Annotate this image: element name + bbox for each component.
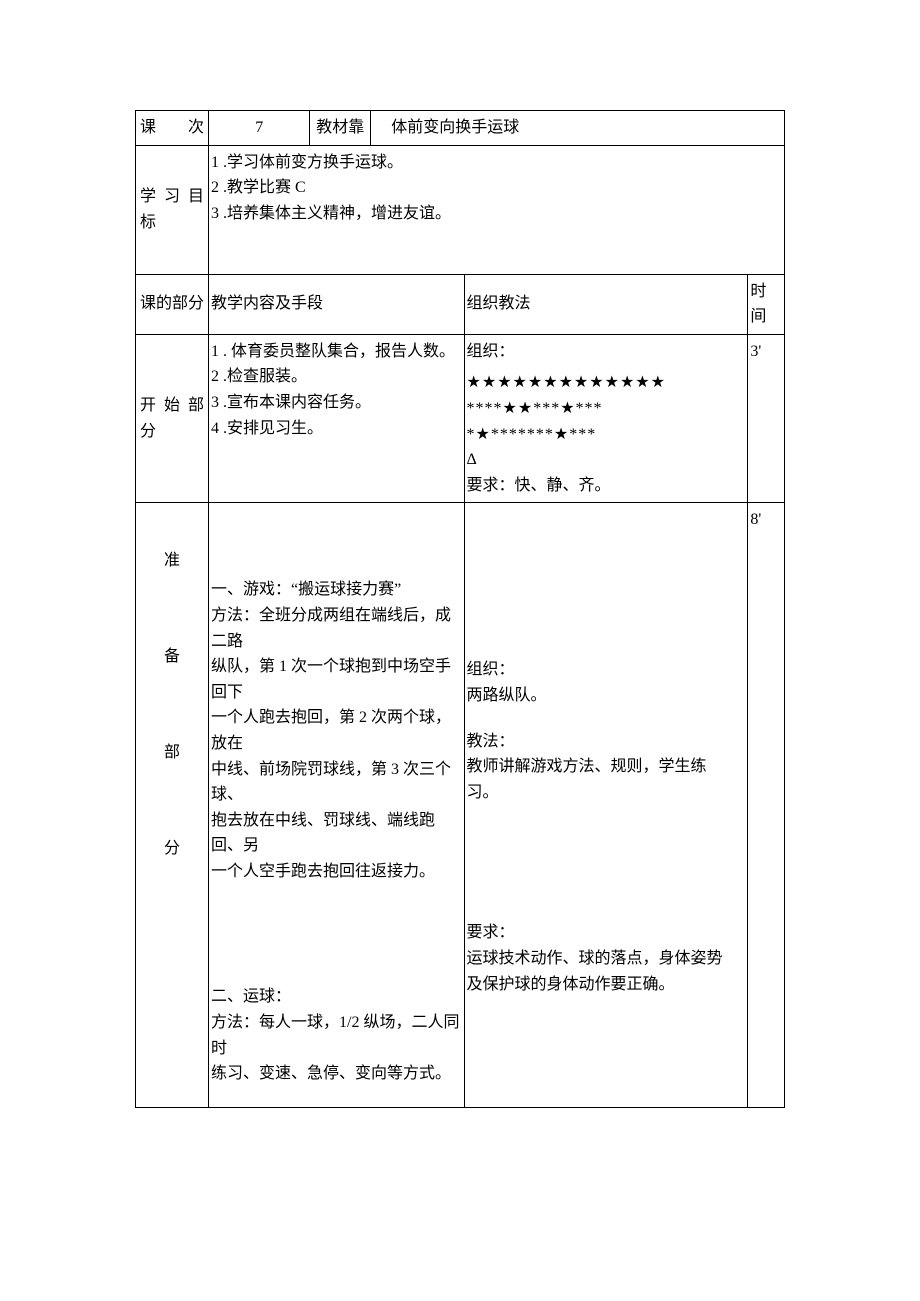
game-line: 一个人跑去抱回，第 2 次两个球，放在 [211,705,462,756]
label-prep-section: 准 备 部 分 [136,503,209,1108]
start-item: 1 . 体育委员整队集合，报告人数。 [211,339,462,365]
row-column-headers: 课的部分 教学内容及手段 组织教法 时间 [136,274,785,334]
label-time: 时间 [748,274,785,334]
formation-row: *★*******★*** [467,422,746,448]
prep-content: 一、游戏：“搬运球接力赛” 方法：全班分成两组在端线后，成二路 纵队，第 1 次… [209,503,465,1108]
row-start-section: 开 始 部分 1 . 体育委员整队集合，报告人数。 2 .检查服装。 3 .宣布… [136,334,785,503]
prep-label-char: 分 [138,801,206,897]
label-org-method: 组织教法 [464,274,748,334]
prep-label-char: 部 [138,705,206,801]
prep-label-char: 准 [138,513,206,609]
start-org: 组织： ★★★★★★★★★★★★★ ****★★***★*** *★******… [464,334,748,503]
prep-req-line: 运球技术动作、球的落点，身体姿势 [467,946,746,972]
value-lesson-number: 7 [209,111,310,146]
game-line: 方法：全班分成两组在端线后，成二路 [211,603,462,654]
row-prep-section: 准 备 部 分 一、游戏：“搬运球接力赛” 方法：全班分成两组在端线后，成二路 … [136,503,785,1108]
dribble-line: 方法：每人一球，1/2 纵场，二人同时 [211,1010,462,1061]
game-line: 中线、前场院罚球线，第 3 次三个球、 [211,757,462,808]
org-label: 组织： [467,339,746,365]
prep-org: 组织： 两路纵队。 教法： 教师讲解游戏方法、规则，学生练 习。 要求： 运球技… [464,503,748,1108]
game-line: 一个人空手跑去抱回往返接力。 [211,859,462,885]
goal-item: 3 .培养集体主义精神，增进友谊。 [211,201,782,227]
row-learning-goals: 学 习 目标 1 .学习体前变方换手运球。 2 .教学比赛 C 3 .培养集体主… [136,145,785,274]
teacher-mark: Δ [467,447,746,473]
formation-row: ****★★***★*** [467,396,746,422]
prep-req-line: 及保护球的身体动作要正确。 [467,972,746,998]
value-material: 体前变向换手运球 [371,111,785,146]
game-line: 纵队，第 1 次一个球抱到中场空手回下 [211,654,462,705]
prep-method-line: 习。 [467,780,746,806]
prep-time: 8' [748,503,785,1108]
dribble-title: 二、运球： [211,984,462,1010]
label-section: 课的部分 [136,274,209,334]
goal-item: 2 .教学比赛 C [211,175,782,201]
start-item: 3 .宣布本课内容任务。 [211,390,462,416]
dribble-line: 练习、变速、急停、变向等方式。 [211,1061,462,1087]
label-material: 教材靠 [310,111,371,146]
label-content-method: 教学内容及手段 [209,274,465,334]
prep-org-line: 两路纵队。 [467,683,746,709]
label-lesson-number: 课次 [136,111,209,146]
prep-label-char: 备 [138,609,206,705]
row-header-1: 课次 7 教材靠 体前变向换手运球 [136,111,785,146]
game-title: 一、游戏：“搬运球接力赛” [211,577,462,603]
start-requirement: 要求：快、静、齐。 [467,473,746,499]
start-item: 2 .检查服装。 [211,364,462,390]
game-line: 抱去放在中线、罚球线、端线跑回、另 [211,808,462,859]
label-learning-goals: 学 习 目标 [136,145,209,274]
formation-row: ★★★★★★★★★★★★★ [467,370,746,396]
prep-method-label: 教法： [467,729,746,755]
start-content: 1 . 体育委员整队集合，报告人数。 2 .检查服装。 3 .宣布本课内容任务。… [209,334,465,503]
label-start-section: 开 始 部分 [136,334,209,503]
prep-org-label: 组织： [467,657,746,683]
goal-item: 1 .学习体前变方换手运球。 [211,150,782,176]
learning-goals-content: 1 .学习体前变方换手运球。 2 .教学比赛 C 3 .培养集体主义精神，增进友… [209,145,785,274]
start-time: 3' [748,334,785,503]
start-item: 4 .安排见习生。 [211,416,462,442]
prep-req-label: 要求： [467,920,746,946]
lesson-plan-table: 课次 7 教材靠 体前变向换手运球 学 习 目标 1 .学习体前变方换手运球。 … [135,110,785,1108]
prep-method-line: 教师讲解游戏方法、规则，学生练 [467,754,746,780]
